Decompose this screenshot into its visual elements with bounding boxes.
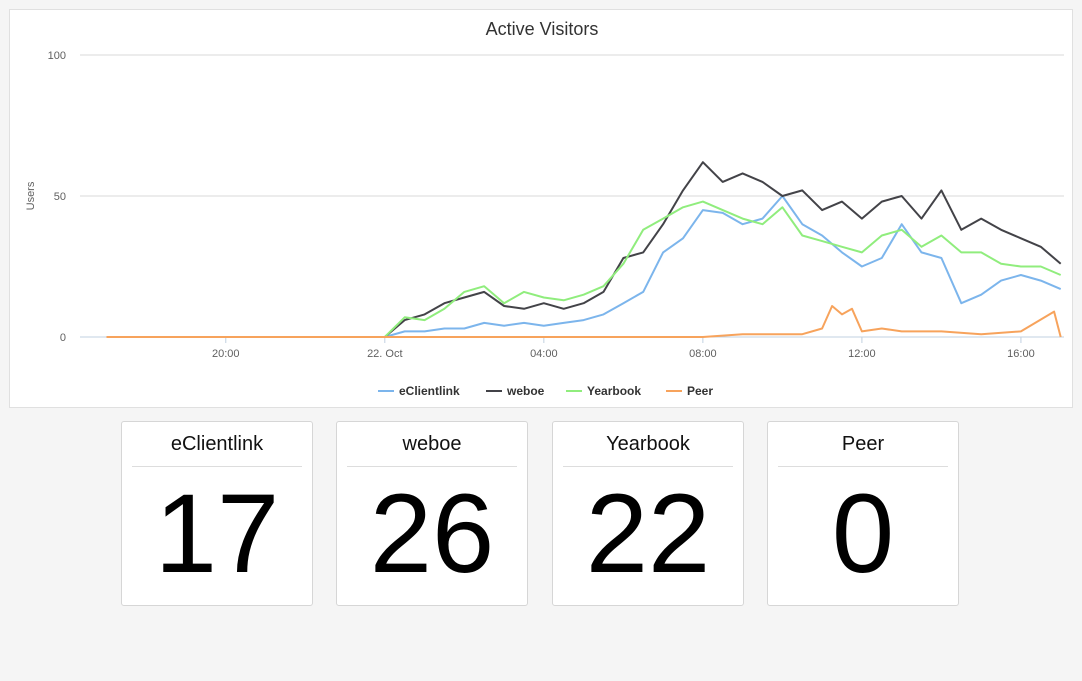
legend-label: weboe (506, 384, 545, 398)
legend-item-weboe[interactable]: weboe (486, 384, 545, 398)
legend-label: Yearbook (587, 384, 641, 398)
legend-item-peer[interactable]: Peer (666, 384, 713, 398)
stat-card-weboe: weboe 26 (336, 421, 528, 606)
x-tick-label: 16:00 (1007, 348, 1035, 360)
x-tick-label: 08:00 (689, 348, 717, 360)
x-tick-label: 04:00 (530, 348, 558, 360)
stat-card-title: eClientlink (132, 430, 302, 467)
legend-item-yearbook[interactable]: Yearbook (566, 384, 641, 398)
stat-card-title: Yearbook (563, 430, 733, 467)
series-lines (106, 161, 1062, 338)
stat-card-title: Peer (778, 430, 948, 467)
y-tick-label: 100 (48, 50, 66, 62)
chart-canvas: Active Visitors Users 0 50 100 20:00 22. Oc… (25, 19, 1064, 398)
chart-title: Active Visitors (486, 19, 599, 39)
stat-card-eclientlink: eClientlink 17 (121, 421, 313, 606)
y-axis-ticks: 0 50 100 (48, 50, 66, 344)
y-tick-label: 0 (60, 332, 66, 344)
stat-card-yearbook: Yearbook 22 (552, 421, 744, 606)
x-axis-ticks: 20:00 22. Oct 04:00 08:00 12:00 16:00 (212, 337, 1035, 360)
y-axis-label: Users (25, 181, 37, 210)
legend[interactable]: eClientlink weboe Yearbook Peer (378, 384, 713, 398)
x-tick-label: 20:00 (212, 348, 240, 360)
x-tick-label: 12:00 (848, 348, 876, 360)
stat-card-value: 17 (154, 471, 280, 596)
series-line-eclientlink (106, 195, 1062, 338)
series-line-yearbook (106, 200, 1062, 338)
stat-card-peer: Peer 0 (767, 421, 959, 606)
stat-card-value: 26 (369, 471, 495, 596)
legend-label: eClientlink (399, 384, 460, 398)
x-tick-label: 22. Oct (367, 348, 402, 360)
legend-item-eclientlink[interactable]: eClientlink (378, 384, 460, 398)
grid-lines (80, 54, 1064, 338)
y-tick-label: 50 (54, 191, 66, 203)
legend-label: Peer (687, 384, 713, 398)
stat-card-value: 22 (585, 471, 711, 596)
stat-card-title: weboe (347, 430, 517, 467)
stat-card-value: 0 (831, 471, 895, 596)
active-visitors-chart: Active Visitors Users 0 50 100 20:00 22. Oc… (9, 9, 1073, 408)
series-line-peer (106, 305, 1062, 338)
series-line-weboe (106, 161, 1062, 338)
